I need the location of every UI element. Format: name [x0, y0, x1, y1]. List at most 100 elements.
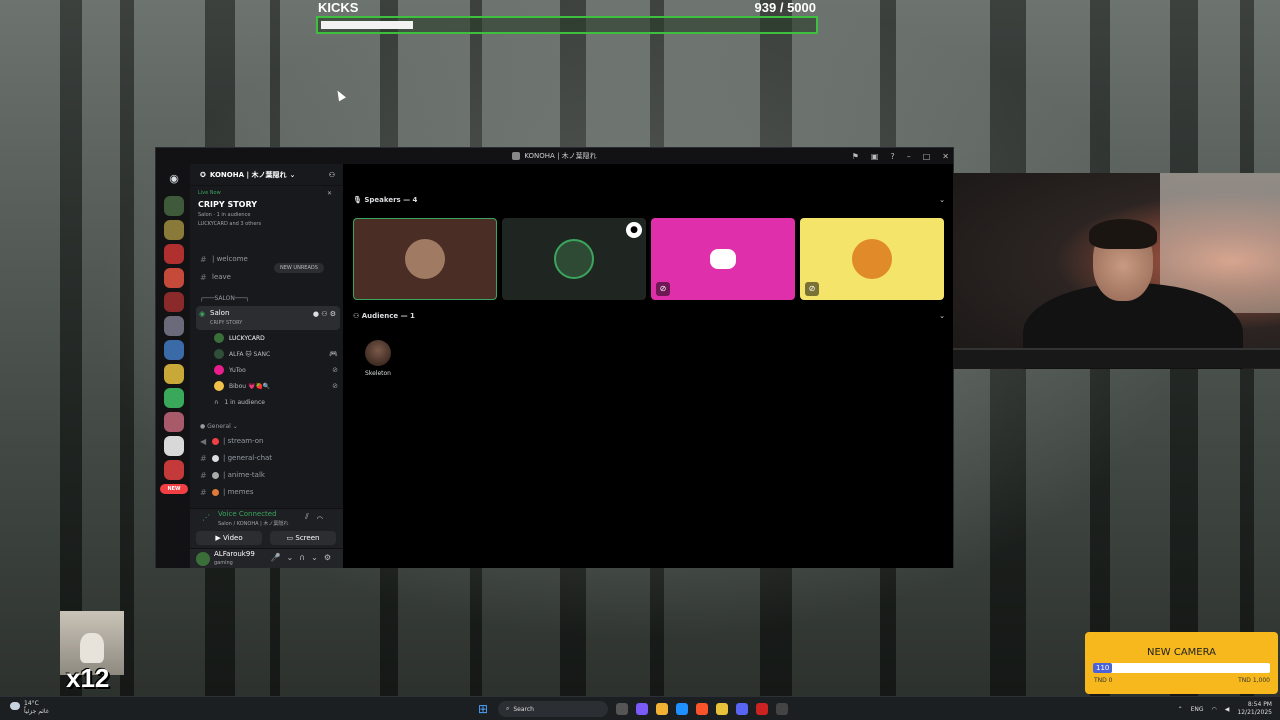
mic-muted-icon: ⊘: [805, 282, 819, 296]
brave-icon[interactable]: [696, 703, 708, 715]
audience-header[interactable]: ⚇ Audience — 1 ⌄: [353, 312, 945, 320]
screen-share-button[interactable]: ▭ Screen: [270, 531, 336, 545]
screen-icon[interactable]: ▣: [871, 152, 879, 161]
voice-user[interactable]: LUCKYCARD: [214, 331, 338, 345]
channel-anime-talk[interactable]: # | anime-talk: [200, 468, 338, 482]
search-box[interactable]: ⌕ Search: [498, 701, 608, 717]
guild-icon[interactable]: [164, 268, 184, 288]
file-explorer-icon[interactable]: [656, 703, 668, 715]
channel-sidebar: ✪ KONOHA | 木ノ葉隠れ ⌄ ⚇ Live Now CRIPY STOR…: [190, 164, 343, 568]
guild-icon[interactable]: [164, 196, 184, 216]
username[interactable]: ALFarouk99: [214, 550, 255, 558]
speakers-header[interactable]: 🎙 Speakers — 4 ⌄: [353, 196, 945, 204]
user-controls[interactable]: 🎤⌄∩⌄⚙: [271, 553, 337, 562]
clock[interactable]: 8:54 PM 12/21/2025: [1237, 701, 1272, 717]
discord-logo-icon: [710, 249, 736, 269]
window-title: KONOHA | 木ノ葉隠れ: [524, 152, 597, 160]
speaker-tile[interactable]: [353, 218, 497, 300]
channel-actions-icon[interactable]: ● ⚇ ⚙: [313, 310, 336, 318]
live-tag: Live Now: [198, 190, 221, 196]
goal-max: TND 1,000: [1238, 677, 1270, 684]
speaker-tile[interactable]: ⊘: [800, 218, 944, 300]
discord-home-icon[interactable]: ◉: [164, 169, 184, 189]
volume-icon[interactable]: ◀: [1225, 706, 1230, 713]
voice-user[interactable]: YuToo ⊘: [214, 363, 338, 377]
user-panel: ALFarouk99 gaming 🎤⌄∩⌄⚙: [190, 548, 343, 568]
task-view-icon[interactable]: [616, 703, 628, 715]
mic-muted-icon: ⊘: [332, 366, 338, 374]
guild-icon[interactable]: [164, 340, 184, 360]
new-pill: NEW: [160, 484, 188, 494]
help-icon[interactable]: ?: [890, 152, 894, 161]
voice-channel-salon[interactable]: ◉ Salon CRIPY STORY ● ⚇ ⚙: [196, 306, 340, 330]
guild-icon[interactable]: [164, 388, 184, 408]
channel-general-chat[interactable]: # | general-chat: [200, 451, 338, 465]
hash-icon: #: [200, 254, 207, 264]
maximize-button[interactable]: □: [923, 152, 931, 161]
language-indicator[interactable]: ENG: [1191, 706, 1204, 713]
live-sub: Salon · 1 in audience: [198, 212, 251, 218]
guild-icon[interactable]: [164, 412, 184, 432]
channel-leave[interactable]: # leave: [200, 270, 338, 284]
audience-count[interactable]: ∩ 1 in audience: [214, 395, 338, 409]
voice-user[interactable]: Bibou 💗🍓🔍 ⊘: [214, 379, 338, 393]
channel-memes[interactable]: # | memes: [200, 485, 338, 499]
chevron-down-icon[interactable]: ⌄: [939, 196, 945, 204]
channel-stream-on[interactable]: ◀ | stream-on: [200, 434, 338, 448]
noise-disconnect-icons[interactable]: ⫽⌒: [305, 512, 331, 522]
edge-icon[interactable]: [676, 703, 688, 715]
discord-window: KONOHA | 木ノ葉隠れ ⚑ ▣ ? – □ ✕ ◉ NEW ✪ KONOH…: [155, 147, 954, 568]
chevron-down-icon[interactable]: ⌄: [939, 312, 945, 320]
guild-icon[interactable]: [164, 460, 184, 480]
live-stage-card[interactable]: Live Now CRIPY STORY Salon · 1 in audien…: [198, 190, 338, 236]
server-header[interactable]: ✪ KONOHA | 木ノ葉隠れ ⌄ ⚇: [190, 164, 343, 186]
close-icon[interactable]: ✕: [327, 190, 332, 197]
audience-member-name: Skeleton: [365, 370, 391, 377]
speaker-tile[interactable]: ⊘: [651, 218, 795, 300]
cloud-icon: [10, 702, 20, 710]
headphones-icon: ∩: [214, 398, 219, 406]
weather-widget[interactable]: 14°C غائم جزئياً: [10, 700, 49, 716]
obs-icon[interactable]: [756, 703, 768, 715]
guild-icon[interactable]: [164, 220, 184, 240]
window-titlebar[interactable]: KONOHA | 木ノ葉隠れ ⚑ ▣ ? – □ ✕: [156, 148, 953, 164]
wifi-icon[interactable]: ◠: [1212, 706, 1217, 713]
avatar: [852, 239, 892, 279]
chevron-up-icon[interactable]: ⌃: [1178, 706, 1183, 713]
system-tray: ⌃ ENG ◠ ◀ 8:54 PM 12/21/2025: [1178, 700, 1272, 718]
audience-member[interactable]: Skeleton: [363, 340, 393, 377]
guild-icon[interactable]: [164, 316, 184, 336]
category-general[interactable]: ● General ⌄: [200, 423, 238, 430]
search-icon: ⌕: [506, 705, 510, 712]
voice-user[interactable]: ALFA 🐱 SANC 🎮: [214, 347, 338, 361]
guild-icon[interactable]: [164, 292, 184, 312]
guild-icon[interactable]: [164, 244, 184, 264]
minimize-button[interactable]: –: [907, 152, 911, 161]
guild-icon[interactable]: [164, 364, 184, 384]
avatar: [214, 381, 224, 391]
add-member-icon[interactable]: ⚇: [329, 171, 335, 179]
chrome-icon[interactable]: [716, 703, 728, 715]
live-title: CRIPY STORY: [198, 200, 257, 209]
voice-status[interactable]: Voice Connected: [218, 510, 277, 518]
discord-icon[interactable]: [736, 703, 748, 715]
copilot-icon[interactable]: [636, 703, 648, 715]
windows-start-icon[interactable]: ⊞: [476, 702, 490, 716]
inbox-icon[interactable]: ⚑: [852, 152, 859, 161]
avatar: [554, 239, 594, 279]
goal-progress-fill: 110: [1093, 663, 1113, 673]
category-salon[interactable]: ┌───SALON───┐: [200, 295, 249, 302]
close-button[interactable]: ✕: [942, 152, 949, 161]
kicks-label: KICKS: [318, 0, 359, 15]
avatar: [214, 333, 224, 343]
voice-location[interactable]: Salon / KONOHA | 木ノ葉隠れ: [218, 520, 288, 527]
video-button[interactable]: ▶ Video: [196, 531, 262, 545]
server-badge-icon: ✪: [200, 170, 206, 179]
avatar: [365, 340, 391, 366]
app-icon[interactable]: [776, 703, 788, 715]
audience-icon: ⚇: [353, 312, 360, 320]
channel-emoji-icon: [212, 437, 219, 445]
avatar[interactable]: [196, 552, 210, 566]
speaker-tile[interactable]: ●: [502, 218, 646, 300]
guild-icon[interactable]: [164, 436, 184, 456]
